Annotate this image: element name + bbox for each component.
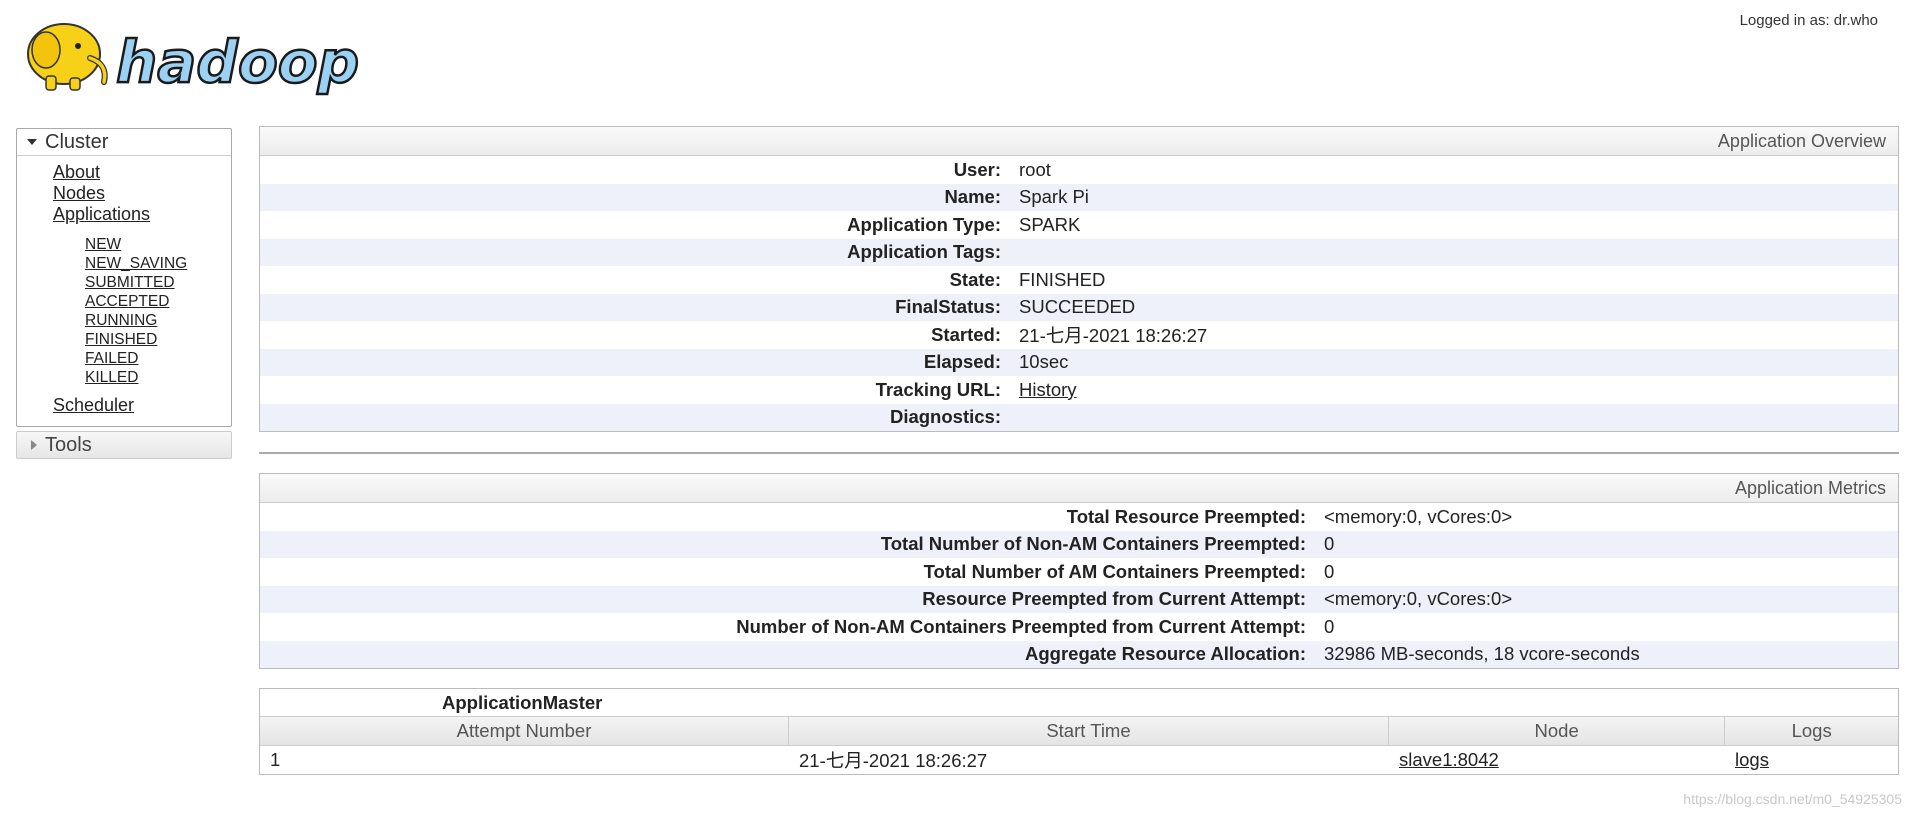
column-header-node[interactable]: Node [1389, 717, 1726, 745]
column-header-logs[interactable]: Logs [1725, 717, 1898, 745]
attempt-start-time: 21-七月-2021 18:26:27 [799, 750, 988, 771]
metrics-value: <memory:0, vCores:0> [1324, 505, 1513, 527]
nav-state-finished[interactable]: FINISHED [85, 330, 231, 349]
metrics-row: Total Number of AM Containers Preempted:… [260, 558, 1898, 586]
cluster-section: Cluster About Nodes Applications NEW NEW… [16, 128, 232, 427]
cluster-section-header[interactable]: Cluster [17, 129, 231, 156]
overview-title: Application Overview [260, 127, 1898, 156]
application-metrics-panel: Application Metrics Total Resource Preem… [259, 473, 1899, 669]
nav-state-accepted[interactable]: ACCEPTED [85, 292, 231, 311]
expanded-triangle-icon [27, 139, 37, 145]
metrics-row: Total Resource Preempted: <memory:0, vCor… [260, 503, 1898, 531]
metrics-title: Application Metrics [260, 474, 1898, 503]
overview-label: FinalStatus: [895, 296, 1001, 318]
overview-label: Application Type: [847, 213, 1001, 235]
metrics-row: Resource Preempted from Current Attempt:… [260, 585, 1898, 613]
overview-row: Application Tags: [260, 238, 1898, 266]
logged-in-status: Logged in as: dr.who [1739, 12, 1878, 29]
overview-value: FINISHED [1019, 268, 1106, 290]
overview-row: FinalStatus: SUCCEEDED [260, 293, 1898, 321]
hadoop-logo: hadoop [27, 23, 360, 97]
hadoop-wordmark: hadoop [116, 28, 359, 96]
nav-state-submitted[interactable]: SUBMITTED [85, 273, 231, 292]
cluster-section-title: Cluster [45, 130, 109, 153]
overview-label: Name: [944, 186, 1001, 208]
tools-section-title: Tools [45, 433, 92, 456]
overview-row: State: FINISHED [260, 266, 1898, 294]
node-link[interactable]: slave1:8042 [1399, 749, 1499, 770]
attempt-number: 1 [270, 749, 281, 770]
metrics-row: Number of Non-AM Containers Preempted fr… [260, 613, 1898, 641]
overview-label: User: [953, 158, 1001, 180]
nav-state-failed[interactable]: FAILED [85, 349, 231, 368]
overview-label: State: [949, 268, 1001, 290]
overview-value: Spark Pi [1019, 186, 1089, 208]
section-divider [259, 452, 1899, 454]
metrics-label: Aggregate Resource Allocation: [1025, 643, 1306, 665]
metrics-row: Aggregate Resource Allocation: 32986 MB-s… [260, 640, 1898, 668]
overview-value: SUCCEEDED [1019, 296, 1136, 318]
watermark: https://blog.csdn.net/m0_54925305 [1683, 791, 1902, 807]
attempts-header-row: Attempt Number Start Time Node Logs [260, 716, 1898, 746]
column-header-start-time[interactable]: Start Time [789, 717, 1389, 745]
metrics-value: 32986 MB-seconds, 18 vcore-seconds [1324, 643, 1640, 665]
nav-link-scheduler[interactable]: Scheduler [53, 395, 231, 416]
metrics-value: <memory:0, vCores:0> [1324, 588, 1513, 610]
metrics-label: Total Resource Preempted: [1066, 505, 1306, 527]
overview-label: Started: [931, 323, 1001, 345]
nav-link-applications[interactable]: Applications [53, 204, 231, 225]
overview-value: 10sec [1019, 351, 1069, 373]
nav-state-running[interactable]: RUNNING [85, 311, 231, 330]
overview-row: Elapsed: 10sec [260, 348, 1898, 376]
overview-value: 21-七月-2021 18:26:27 [1019, 324, 1208, 346]
overview-value: SPARK [1019, 213, 1081, 235]
metrics-value: 0 [1324, 533, 1335, 555]
collapsed-triangle-icon [31, 440, 37, 450]
overview-row: Name: Spark Pi [260, 183, 1898, 211]
nav-state-new-saving[interactable]: NEW_SAVING [85, 254, 231, 273]
attempts-table: ApplicationMaster Attempt Number Start T… [259, 688, 1899, 775]
logs-link[interactable]: logs [1735, 749, 1769, 770]
overview-row: Tracking URL: History [260, 376, 1898, 404]
metrics-label: Number of Non-AM Containers Preempted fr… [736, 615, 1306, 637]
left-nav: Cluster About Nodes Applications NEW NEW… [16, 128, 232, 459]
overview-value: root [1019, 158, 1051, 180]
overview-label: Tracking URL: [875, 378, 1001, 400]
application-states-list: NEW NEW_SAVING SUBMITTED ACCEPTED RUNNIN… [53, 225, 231, 395]
nav-state-killed[interactable]: KILLED [85, 368, 231, 387]
nav-link-about[interactable]: About [53, 162, 231, 183]
column-header-attempt-number[interactable]: Attempt Number [260, 717, 790, 745]
application-overview-panel: Application Overview User: root Name: Spark… [259, 126, 1899, 432]
overview-row: Application Type: SPARK [260, 211, 1898, 239]
metrics-value: 0 [1324, 615, 1335, 637]
nav-state-new[interactable]: NEW [85, 235, 231, 254]
metrics-label: Resource Preempted from Current Attempt: [922, 588, 1306, 610]
nav-link-nodes[interactable]: Nodes [53, 183, 231, 204]
metrics-label: Total Number of AM Containers Preempted: [923, 560, 1306, 582]
metrics-value: 0 [1324, 560, 1335, 582]
tracking-url-link[interactable]: History [1019, 379, 1077, 401]
tools-section-header[interactable]: Tools [16, 431, 232, 459]
overview-label: Diagnostics: [889, 406, 1001, 428]
metrics-label: Total Number of Non-AM Containers Preemp… [880, 533, 1306, 555]
metrics-row: Total Number of Non-AM Containers Preemp… [260, 530, 1898, 558]
overview-label: Elapsed: [923, 351, 1001, 373]
attempts-caption: ApplicationMaster [442, 691, 603, 713]
overview-row: Started: 21-七月-2021 18:26:27 [260, 321, 1898, 349]
table-row: 1 21-七月-2021 18:26:27 slave1:8042 logs [260, 746, 1898, 774]
overview-label: Application Tags: [847, 241, 1001, 263]
overview-row: Diagnostics: [260, 403, 1898, 431]
overview-row: User: root [260, 156, 1898, 184]
